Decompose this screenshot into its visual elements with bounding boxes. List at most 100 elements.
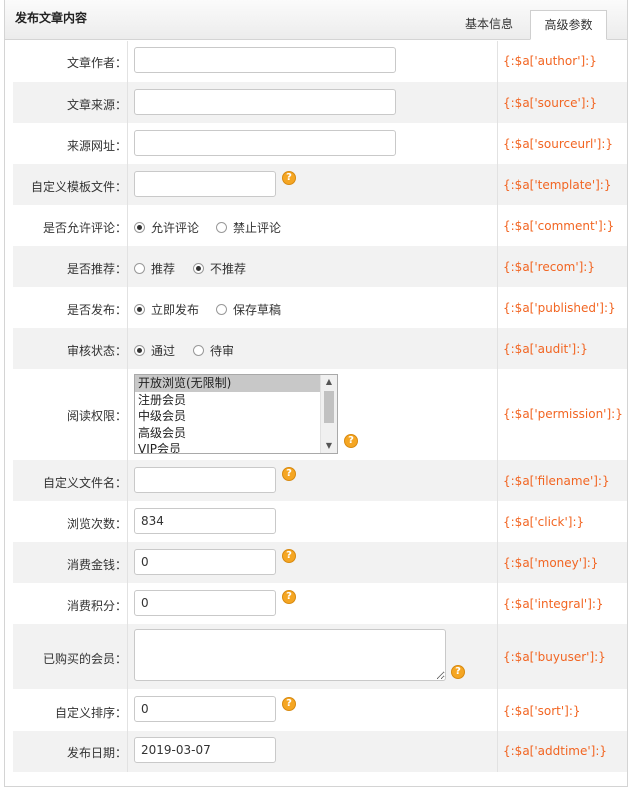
template-help-icon[interactable]: ? bbox=[282, 171, 296, 185]
radio-label: 禁止评论 bbox=[233, 221, 282, 235]
buyuser-help-icon[interactable]: ? bbox=[451, 665, 465, 679]
sourceurl-label: 来源网址： bbox=[66, 139, 127, 153]
permission-option[interactable]: 注册会员 bbox=[135, 392, 322, 409]
row-money: 消费金钱： ? {:$a['money']:} bbox=[13, 542, 627, 583]
radio-dot bbox=[134, 304, 145, 315]
scroll-thumb[interactable] bbox=[324, 391, 334, 423]
money-input[interactable] bbox=[134, 549, 276, 575]
radio-label: 保存草稿 bbox=[233, 303, 282, 317]
sourceurl-input[interactable] bbox=[134, 130, 396, 156]
source-input[interactable] bbox=[134, 89, 396, 115]
click-input[interactable] bbox=[134, 508, 276, 534]
click-tag: {:$a['click']:} bbox=[503, 515, 585, 529]
row-audit: 审核状态： 通过 待审 {:$a['audit']:} bbox=[13, 328, 627, 369]
permission-scrollbar[interactable]: ▲ ▼ bbox=[320, 375, 337, 453]
row-sort: 自定义排序： ? {:$a['sort']:} bbox=[13, 689, 627, 731]
radio-dot bbox=[193, 345, 204, 356]
publish-panel: 发布文章内容 基本信息 高级参数 文章作者： {:$a['author']:} … bbox=[4, 0, 628, 787]
money-tag: {:$a['money']:} bbox=[503, 556, 599, 570]
row-click: 浏览次数： {:$a['click']:} bbox=[13, 501, 627, 542]
radio-dot bbox=[193, 263, 204, 274]
comment-allow-radio[interactable]: 允许评论 bbox=[134, 219, 199, 236]
radio-label: 待审 bbox=[210, 344, 235, 358]
published-label: 是否发布： bbox=[66, 303, 127, 317]
template-tag: {:$a['template']:} bbox=[503, 178, 612, 192]
sort-help-icon[interactable]: ? bbox=[282, 697, 296, 711]
radio-label: 立即发布 bbox=[151, 303, 200, 317]
source-tag: {:$a['source']:} bbox=[503, 96, 598, 110]
row-permission: 阅读权限： 开放浏览(无限制) 注册会员 中级会员 高级会员 VIP会员 ▲ ▼… bbox=[13, 369, 627, 460]
addtime-tag: {:$a['addtime']:} bbox=[503, 744, 608, 758]
permission-option[interactable]: 开放浏览(无限制) bbox=[135, 375, 322, 392]
radio-dot bbox=[134, 345, 145, 356]
row-comment: 是否允许评论： 允许评论 禁止评论 {:$a['comment']:} bbox=[13, 205, 627, 246]
author-input[interactable] bbox=[134, 47, 396, 73]
comment-label: 是否允许评论： bbox=[42, 221, 127, 235]
addtime-label: 发布日期： bbox=[66, 746, 127, 760]
integral-input[interactable] bbox=[134, 590, 276, 616]
row-sourceurl: 来源网址： {:$a['sourceurl']:} bbox=[13, 123, 627, 164]
published-tag: {:$a['published']:} bbox=[503, 301, 616, 315]
addtime-input[interactable] bbox=[134, 737, 276, 763]
scroll-down-icon[interactable]: ▼ bbox=[321, 439, 337, 453]
money-help-icon[interactable]: ? bbox=[282, 549, 296, 563]
filename-help-icon[interactable]: ? bbox=[282, 467, 296, 481]
comment-tag: {:$a['comment']:} bbox=[503, 219, 615, 233]
panel-title: 发布文章内容 bbox=[15, 11, 88, 25]
source-label: 文章来源： bbox=[66, 98, 127, 112]
filename-input[interactable] bbox=[134, 467, 276, 493]
recom-label: 是否推荐： bbox=[66, 262, 127, 276]
scroll-up-icon[interactable]: ▲ bbox=[321, 375, 337, 389]
radio-dot bbox=[134, 263, 145, 274]
integral-label: 消费积分： bbox=[66, 599, 127, 613]
published-draft-radio[interactable]: 保存草稿 bbox=[216, 301, 281, 318]
row-source: 文章来源： {:$a['source']:} bbox=[13, 82, 627, 123]
panel-header: 发布文章内容 基本信息 高级参数 bbox=[5, 0, 627, 40]
permission-label: 阅读权限： bbox=[66, 409, 127, 423]
audit-pass-radio[interactable]: 通过 bbox=[134, 342, 175, 359]
sourceurl-tag: {:$a['sourceurl']:} bbox=[503, 137, 614, 151]
row-addtime: 发布日期： {:$a['addtime']:} bbox=[13, 731, 627, 772]
row-filename: 自定义文件名： ? {:$a['filename']:} bbox=[13, 460, 627, 501]
filename-tag: {:$a['filename']:} bbox=[503, 474, 610, 488]
sort-tag: {:$a['sort']:} bbox=[503, 704, 581, 718]
radio-dot bbox=[134, 222, 145, 233]
permission-listbox[interactable]: 开放浏览(无限制) 注册会员 中级会员 高级会员 VIP会员 ▲ ▼ bbox=[134, 374, 338, 454]
row-template: 自定义模板文件： ? {:$a['template']:} bbox=[13, 164, 627, 205]
sort-label: 自定义排序： bbox=[54, 706, 127, 720]
radio-label: 不推荐 bbox=[210, 262, 247, 276]
radio-dot bbox=[216, 222, 227, 233]
click-label: 浏览次数： bbox=[66, 517, 127, 531]
author-label: 文章作者： bbox=[66, 56, 127, 70]
integral-tag: {:$a['integral']:} bbox=[503, 597, 604, 611]
sort-input[interactable] bbox=[134, 696, 276, 722]
radio-label: 通过 bbox=[151, 344, 176, 358]
permission-option[interactable]: VIP会员 bbox=[135, 441, 322, 453]
recom-yes-radio[interactable]: 推荐 bbox=[134, 260, 175, 277]
buyuser-textarea[interactable] bbox=[134, 629, 446, 681]
audit-tag: {:$a['audit']:} bbox=[503, 342, 588, 356]
filename-label: 自定义文件名： bbox=[42, 476, 127, 490]
buyuser-label: 已购买的会员： bbox=[42, 652, 127, 666]
recom-tag: {:$a['recom']:} bbox=[503, 260, 595, 274]
permission-option[interactable]: 高级会员 bbox=[135, 425, 322, 442]
audit-pending-radio[interactable]: 待审 bbox=[193, 342, 234, 359]
permission-tag: {:$a['permission']:} bbox=[503, 407, 623, 421]
row-author: 文章作者： {:$a['author']:} bbox=[13, 41, 627, 82]
radio-dot bbox=[216, 304, 227, 315]
tab-advanced-params[interactable]: 高级参数 bbox=[530, 10, 607, 40]
permission-option[interactable]: 中级会员 bbox=[135, 408, 322, 425]
recom-no-radio[interactable]: 不推荐 bbox=[193, 260, 246, 277]
radio-label: 允许评论 bbox=[151, 221, 200, 235]
radio-label: 推荐 bbox=[151, 262, 176, 276]
permission-help-icon[interactable]: ? bbox=[344, 434, 358, 448]
integral-help-icon[interactable]: ? bbox=[282, 590, 296, 604]
row-published: 是否发布： 立即发布 保存草稿 {:$a['published']:} bbox=[13, 287, 627, 328]
comment-forbid-radio[interactable]: 禁止评论 bbox=[216, 219, 281, 236]
tab-basic-info[interactable]: 基本信息 bbox=[449, 10, 529, 39]
template-input[interactable] bbox=[134, 171, 276, 197]
published-now-radio[interactable]: 立即发布 bbox=[134, 301, 199, 318]
buyuser-tag: {:$a['buyuser']:} bbox=[503, 650, 606, 664]
author-tag: {:$a['author']:} bbox=[503, 54, 597, 68]
row-buyuser: 已购买的会员： ? {:$a['buyuser']:} bbox=[13, 624, 627, 689]
